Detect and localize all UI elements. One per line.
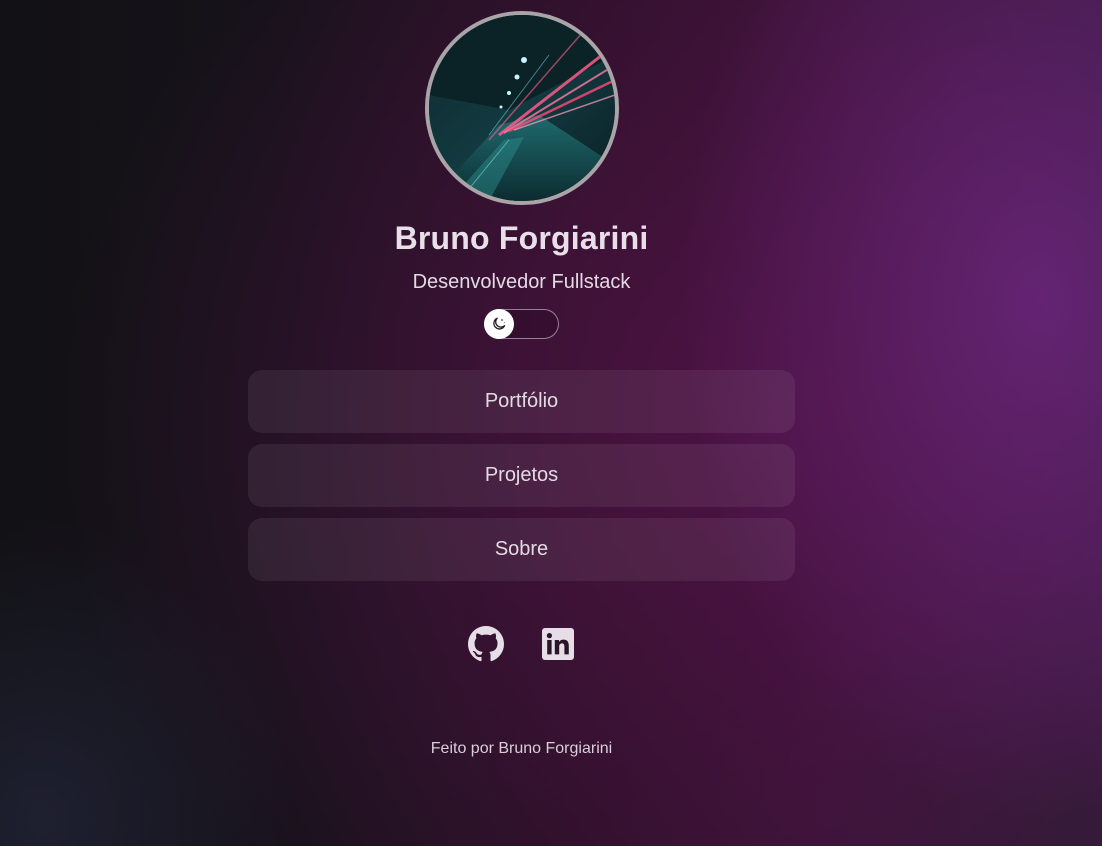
github-icon: [468, 626, 504, 662]
about-button[interactable]: Sobre: [248, 518, 795, 581]
projects-button[interactable]: Projetos: [248, 444, 795, 507]
github-link[interactable]: [467, 625, 505, 663]
linkedin-icon: [542, 628, 574, 660]
theme-toggle[interactable]: [484, 309, 559, 339]
avatar-image: [429, 15, 615, 201]
page: Bruno Forgiarini Desenvolvedor Fullstack…: [0, 0, 1102, 846]
moon-stars-icon: [493, 317, 506, 330]
profile-role: Desenvolvedor Fullstack: [412, 271, 631, 293]
linkedin-link[interactable]: [539, 625, 577, 663]
profile-name: Bruno Forgiarini: [394, 220, 649, 256]
toggle-knob[interactable]: [484, 309, 514, 339]
footer-text: Feito por Bruno Forgiarini: [430, 740, 613, 757]
portfolio-button[interactable]: Portfólio: [248, 370, 795, 433]
avatar: [425, 11, 619, 205]
